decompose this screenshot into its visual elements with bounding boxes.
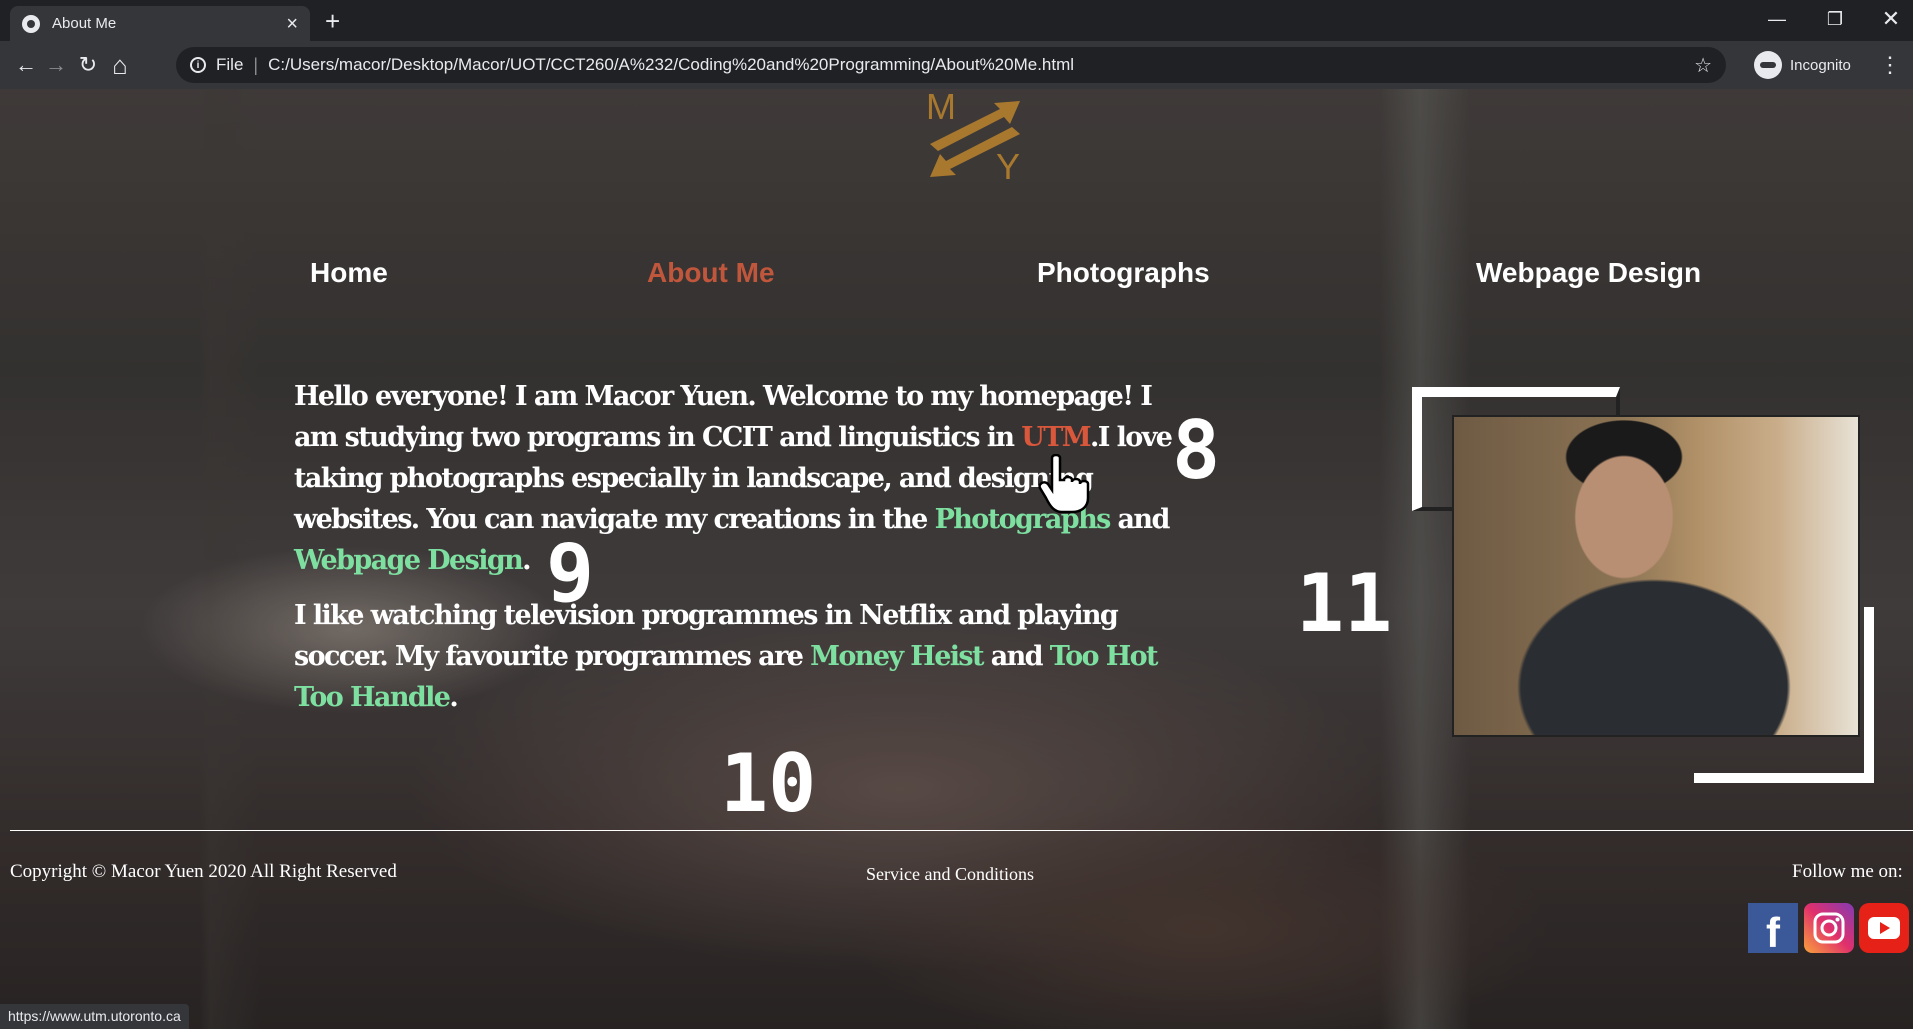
facebook-icon[interactable]: f [1748, 903, 1798, 956]
money-heist-link[interactable]: Money Heist [810, 641, 984, 672]
service-conditions-link[interactable]: Service and Conditions [866, 864, 1034, 885]
svg-text:Y: Y [996, 146, 1020, 184]
copyright-text: Copyright © Macor Yuen 2020 All Right Re… [10, 861, 397, 882]
bio-paragraph-2: I like watching television programmes in… [294, 600, 1159, 713]
url-separator: | [253, 54, 259, 75]
url-scheme: File [216, 55, 244, 74]
tab-title: About Me [52, 15, 117, 32]
browser-menu-icon[interactable]: ⋮ [1879, 49, 1901, 81]
home-button[interactable]: ⌂ [104, 49, 136, 81]
bio-text: Hello everyone! I am Macor Yuen. Welcome… [294, 376, 1174, 732]
webpage-design-link[interactable]: Webpage Design [294, 545, 524, 576]
annotation-number-11: 11 [1296, 557, 1393, 650]
annotation-number-8: 8 [1172, 404, 1221, 497]
forward-button[interactable]: → [40, 49, 72, 81]
incognito-icon [1754, 51, 1782, 79]
status-bar-url: https://www.utm.utoronto.ca [0, 1004, 189, 1029]
restore-icon[interactable]: ❐ [1806, 0, 1864, 38]
nav-home[interactable]: Home [310, 257, 388, 289]
annotation-number-10: 10 [720, 737, 817, 830]
instagram-icon[interactable] [1804, 903, 1854, 953]
browser-toolbar: ← → ↻ ⌂ i File | C:/Users/macor/Desktop/… [0, 41, 1913, 89]
nav-webpage-design[interactable]: Webpage Design [1476, 257, 1701, 289]
nav-about-me[interactable]: About Me [647, 257, 775, 289]
incognito-label: Incognito [1790, 56, 1851, 74]
bookmark-star-icon[interactable]: ☆ [1694, 53, 1712, 78]
back-button[interactable]: ← [10, 49, 42, 81]
url-text[interactable]: C:/Users/macor/Desktop/Macor/UOT/CCT260/… [268, 55, 1694, 75]
close-tab-icon[interactable]: × [286, 14, 298, 34]
minimize-icon[interactable]: — [1748, 0, 1806, 38]
profile-photo [1452, 415, 1860, 737]
incognito-indicator[interactable]: Incognito [1754, 49, 1851, 81]
annotation-number-9: 9 [546, 527, 595, 620]
youtube-icon[interactable] [1859, 903, 1909, 953]
utm-link[interactable]: UTM [1021, 422, 1091, 453]
tab-about-me[interactable]: About Me × [10, 6, 310, 41]
site-logo[interactable]: M Y [920, 89, 1030, 184]
new-tab-button[interactable]: + [325, 6, 340, 36]
window-close-icon[interactable]: ✕ [1862, 0, 1913, 38]
info-icon[interactable]: i [190, 57, 206, 73]
footer-divider [10, 830, 1913, 831]
globe-icon [22, 14, 40, 33]
hand-cursor-icon [1038, 454, 1090, 514]
svg-text:M: M [926, 89, 956, 127]
address-bar[interactable]: i File | C:/Users/macor/Desktop/Macor/UO… [176, 47, 1726, 83]
follow-label: Follow me on: [1792, 861, 1903, 882]
tab-bar: About Me × + — ❐ ✕ [0, 0, 1913, 41]
nav-photographs[interactable]: Photographs [1037, 257, 1210, 289]
page-content: M Y Home About Me Photographs Webpage De… [0, 89, 1913, 1029]
reload-button[interactable]: ↻ [72, 49, 104, 81]
